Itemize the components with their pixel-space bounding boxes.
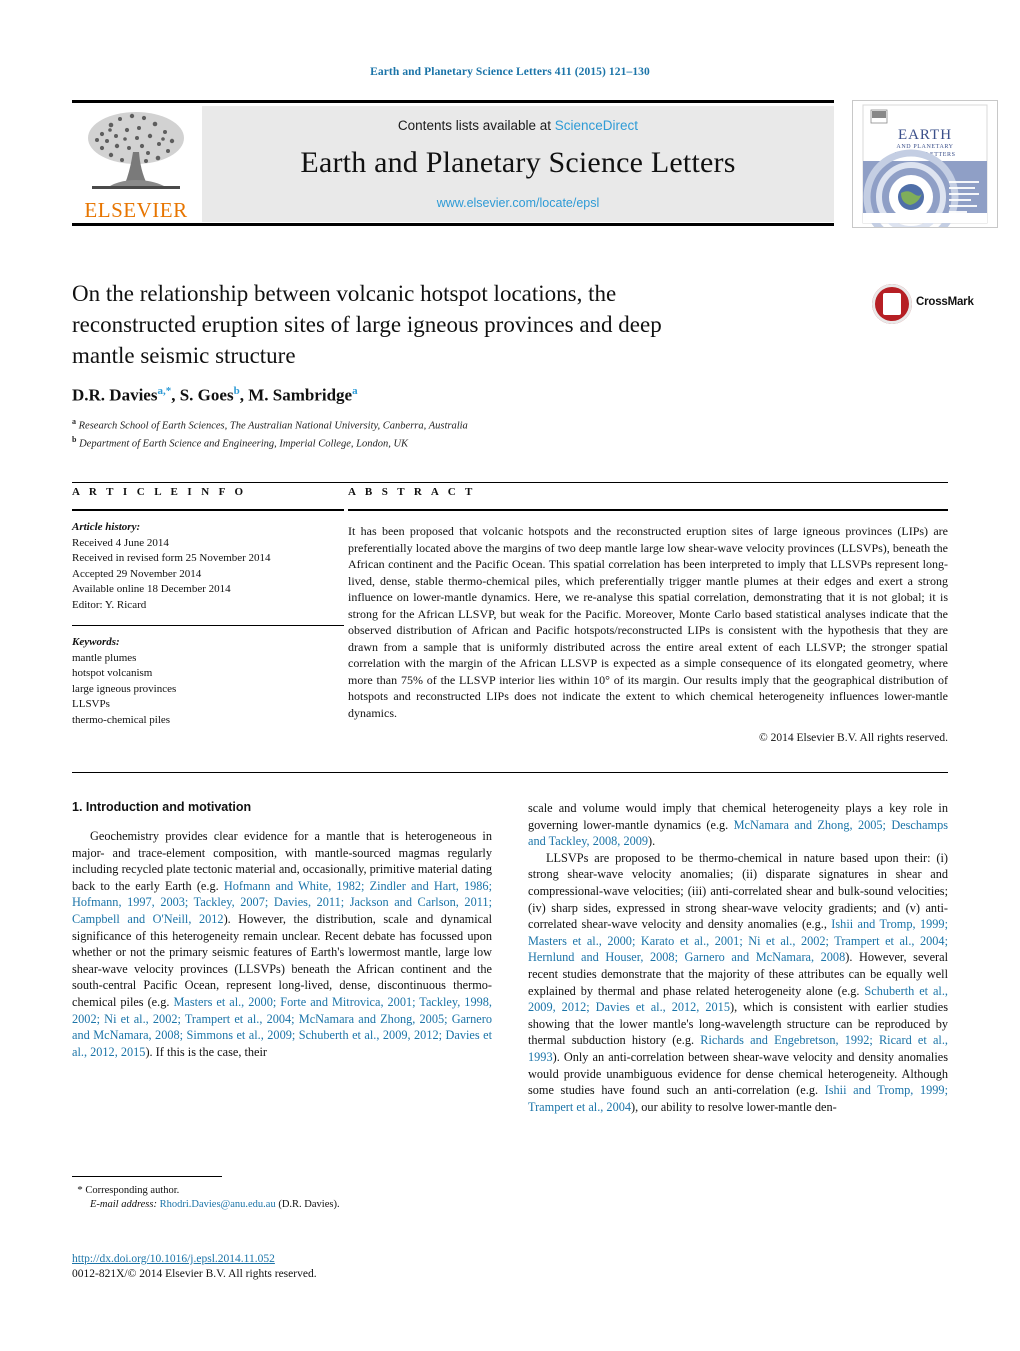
- affiliation-b-text: Department of Earth Science and Engineer…: [79, 438, 409, 450]
- body-text: ), our ability to resolve lower-mantle d…: [631, 1099, 837, 1114]
- corresponding-text: Corresponding author.: [85, 1185, 180, 1196]
- paper-page: Earth and Planetary Science Letters 411 …: [0, 0, 1020, 1351]
- doi-link[interactable]: http://dx.doi.org/10.1016/j.epsl.2014.11…: [72, 1252, 492, 1267]
- journal-masthead: ELSEVIER Contents lists available at Sci…: [72, 100, 998, 228]
- journal-title: Earth and Planetary Science Letters: [300, 146, 736, 179]
- body-paragraph: Geochemistry provides clear evidence for…: [72, 828, 492, 1060]
- keyword-item: hotspot volcanism: [72, 667, 153, 679]
- issn-copyright-line: 0012-821X/© 2014 Elsevier B.V. All right…: [72, 1268, 317, 1280]
- elsevier-tree-icon: [88, 112, 184, 189]
- history-item: Accepted 29 November 2014: [72, 567, 202, 580]
- keywords-block: Keywords: mantle plumes hotspot volcanis…: [72, 635, 344, 728]
- crossmark-icon: [872, 284, 912, 324]
- history-item: Available online 18 December 2014: [72, 583, 231, 595]
- svg-text:AND PLANETARY: AND PLANETARY: [896, 144, 953, 150]
- body-right-paragraphs: scale and volume would imply that chemic…: [528, 800, 948, 1115]
- article-info-column: A R T I C L E I N F O Article history: R…: [72, 482, 344, 728]
- body-column-left: 1. Introduction and motivation Geochemis…: [72, 800, 492, 1060]
- page-title: On the relationship between volcanic hot…: [72, 281, 662, 368]
- keywords-rule: [72, 625, 344, 626]
- body-column-right: scale and volume would imply that chemic…: [528, 800, 948, 1115]
- elsevier-wordmark: ELSEVIER: [84, 198, 188, 222]
- keyword-item: mantle plumes: [72, 651, 137, 664]
- abstract-copyright: © 2014 Elsevier B.V. All rights reserved…: [759, 732, 948, 744]
- affiliation-a: a Research School of Earth Sciences, The…: [72, 416, 468, 432]
- affiliation-a-text: Research School of Earth Sciences, The A…: [78, 420, 468, 432]
- corresponding-marker: *: [77, 1184, 83, 1196]
- keywords-label: Keywords:: [72, 636, 120, 648]
- email-owner: (D.R. Davies).: [278, 1199, 340, 1210]
- masthead-rule-bottom: [72, 223, 834, 226]
- masthead-rule-top: [72, 100, 834, 103]
- email-address-link[interactable]: Rhodri.Davies@anu.edu.au: [160, 1199, 276, 1210]
- article-history-label: Article history:: [72, 521, 141, 533]
- history-item: Editor: Y. Ricard: [72, 598, 147, 611]
- body-text: ).: [648, 834, 656, 849]
- article-info-heading: A R T I C L E I N F O: [72, 486, 247, 498]
- sciencedirect-link[interactable]: ScienceDirect: [555, 118, 638, 133]
- abstract-rule: [348, 509, 948, 511]
- keyword-item: thermo-chemical piles: [72, 713, 171, 726]
- abstract-heading: A B S T R A C T: [348, 486, 476, 498]
- abstract-text: It has been proposed that volcanic hotsp…: [348, 524, 948, 720]
- article-info-rule: [72, 509, 344, 511]
- contents-box: Contents lists available at ScienceDirec…: [202, 106, 834, 222]
- contents-available-line: Contents lists available at ScienceDirec…: [202, 118, 834, 133]
- elsevier-logo: ELSEVIER: [72, 106, 200, 222]
- crossmark-label: CrossMark: [916, 296, 974, 308]
- keyword-item: large igneous provinces: [72, 682, 177, 695]
- contents-prefix: Contents lists available at: [397, 118, 552, 133]
- affiliation-b: b Department of Earth Science and Engine…: [72, 435, 409, 450]
- abstract-column: A B S T R A C T It has been proposed tha…: [348, 482, 948, 744]
- info-section-rule-bottom: [72, 772, 948, 773]
- author-list: D.R. Daviesa,*, S. Goesb, M. Sambridgea: [72, 385, 358, 405]
- history-item: Received in revised form 25 November 201…: [72, 552, 271, 564]
- svg-text:EARTH: EARTH: [898, 127, 952, 143]
- body-text: ). If this is the case, their: [145, 1044, 268, 1059]
- footnote-rule: [72, 1176, 222, 1177]
- running-head: Earth and Planetary Science Letters 411 …: [370, 66, 650, 78]
- journal-cover-thumbnail: EARTH AND PLANETARY SCIENCE LETTERS: [852, 100, 998, 228]
- email-line: E-mail address: Rhodri.Davies@anu.edu.au…: [72, 1198, 492, 1212]
- email-label: E-mail address:: [90, 1199, 157, 1210]
- body-paragraph: LLSVPs are proposed to be thermo-chemica…: [528, 850, 948, 1116]
- affiliation-list: a Research School of Earth Sciences, The…: [72, 415, 712, 452]
- keyword-item: LLSVPs: [72, 698, 110, 710]
- journal-url-link[interactable]: www.elsevier.com/locate/epsl: [202, 196, 834, 210]
- footer-doi-block: http://dx.doi.org/10.1016/j.epsl.2014.11…: [72, 1252, 492, 1282]
- crossmark-badge[interactable]: CrossMark: [872, 282, 974, 330]
- section-heading-introduction: 1. Introduction and motivation: [72, 800, 252, 814]
- body-paragraph: scale and volume would imply that chemic…: [528, 800, 948, 850]
- footnote-block: * Corresponding author. E-mail address: …: [72, 1176, 492, 1212]
- history-item: Received 4 June 2014: [72, 536, 169, 549]
- corresponding-author-line: * Corresponding author.: [72, 1183, 492, 1198]
- title-block: On the relationship between volcanic hot…: [72, 278, 712, 452]
- article-history-block: Article history: Received 4 June 2014 Re…: [72, 520, 344, 613]
- body-left-paragraphs: Geochemistry provides clear evidence for…: [72, 828, 492, 1060]
- crossmark-icon-inner: [883, 293, 901, 315]
